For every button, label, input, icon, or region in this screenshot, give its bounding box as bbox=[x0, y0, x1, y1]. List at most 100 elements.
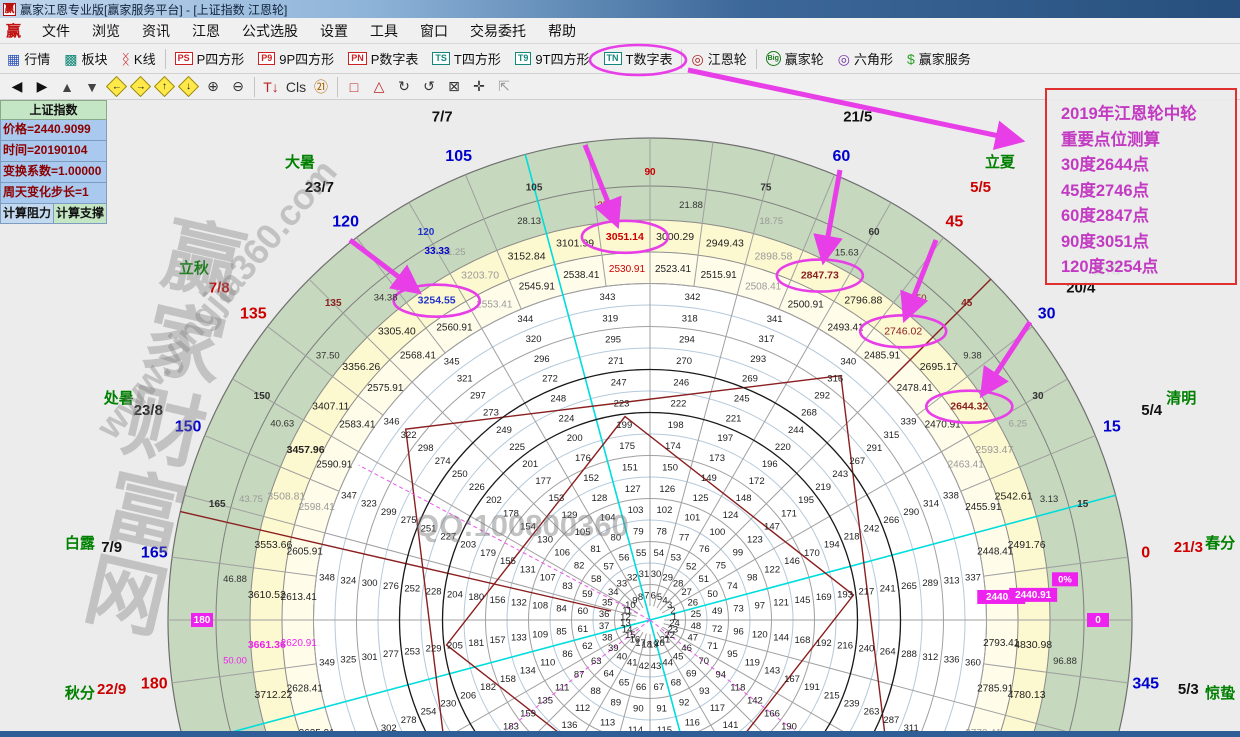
svg-text:169: 169 bbox=[816, 592, 832, 603]
p-table-button[interactable]: PNP数字表 bbox=[341, 47, 425, 71]
quotes-button[interactable]: ▦行情 bbox=[0, 47, 57, 71]
toolbar-label: 江恩轮 bbox=[708, 49, 747, 68]
svg-text:337: 337 bbox=[965, 572, 981, 583]
menu-item-3[interactable]: 江恩 bbox=[181, 21, 231, 41]
pan-down-button[interactable]: ↓ bbox=[178, 76, 199, 97]
svg-text:79: 79 bbox=[633, 527, 644, 538]
menu-item-1[interactable]: 浏览 bbox=[81, 21, 131, 41]
svg-text:立秋: 立秋 bbox=[179, 259, 210, 277]
svg-text:73: 73 bbox=[733, 603, 744, 614]
svg-text:31: 31 bbox=[639, 569, 650, 580]
scale-button[interactable]: T↓ bbox=[260, 79, 282, 95]
toolbar-separator bbox=[254, 77, 255, 97]
svg-text:3203.70: 3203.70 bbox=[461, 270, 499, 282]
svg-text:103: 103 bbox=[628, 505, 644, 516]
svg-text:4830.98: 4830.98 bbox=[1014, 639, 1052, 651]
calc-support-button[interactable]: 计算支撑 bbox=[54, 204, 107, 224]
annotation-line-2: 30度2644点 bbox=[1061, 153, 1235, 179]
svg-text:348: 348 bbox=[319, 572, 335, 583]
svg-text:175: 175 bbox=[619, 441, 635, 452]
pan-left-button[interactable]: ← bbox=[106, 76, 127, 97]
svg-text:274: 274 bbox=[435, 456, 451, 467]
svg-text:249: 249 bbox=[496, 425, 512, 436]
menu-item-4[interactable]: 公式选股 bbox=[231, 21, 309, 41]
t-square-button[interactable]: TST四方形 bbox=[425, 47, 507, 71]
svg-text:2949.43: 2949.43 bbox=[706, 237, 744, 249]
svg-text:101: 101 bbox=[684, 513, 700, 524]
svg-text:144: 144 bbox=[773, 632, 789, 643]
9t-square-button[interactable]: T99T四方形 bbox=[508, 47, 597, 71]
menu-item-0[interactable]: 文件 bbox=[31, 21, 81, 41]
svg-text:21/5: 21/5 bbox=[843, 108, 872, 125]
nav-right-button[interactable]: ▶ bbox=[31, 78, 53, 95]
svg-text:242: 242 bbox=[864, 523, 880, 534]
svg-text:118: 118 bbox=[730, 682, 745, 693]
svg-text:172: 172 bbox=[749, 476, 765, 487]
svg-text:23/7: 23/7 bbox=[305, 179, 334, 196]
svg-text:2898.58: 2898.58 bbox=[754, 250, 792, 262]
rect-tool-button[interactable]: □ bbox=[343, 79, 365, 95]
svg-text:338: 338 bbox=[943, 490, 959, 501]
kline-button[interactable]: ᛝK线 bbox=[115, 47, 163, 71]
svg-text:7/9: 7/9 bbox=[101, 539, 122, 556]
pointer-button[interactable]: ⇱ bbox=[493, 78, 515, 95]
service-button[interactable]: $赢家服务 bbox=[900, 47, 978, 71]
cls-button[interactable]: Cls bbox=[285, 79, 307, 95]
svg-text:2478.41: 2478.41 bbox=[897, 383, 934, 394]
svg-text:323: 323 bbox=[361, 499, 377, 510]
svg-text:89: 89 bbox=[611, 697, 622, 708]
menu-item-8[interactable]: 交易委托 bbox=[459, 21, 537, 41]
svg-text:111: 111 bbox=[555, 682, 569, 693]
nav-up-button[interactable]: ▲ bbox=[56, 79, 78, 95]
svg-text:18.75: 18.75 bbox=[759, 216, 783, 227]
center-button[interactable]: ✛ bbox=[468, 78, 490, 95]
pan-right-button[interactable]: → bbox=[130, 76, 151, 97]
t-table-button[interactable]: TNT数字表 bbox=[597, 47, 680, 71]
zoom-out-button[interactable]: ⊖ bbox=[227, 78, 249, 95]
svg-text:151: 151 bbox=[622, 463, 638, 474]
svg-text:3.13: 3.13 bbox=[1040, 494, 1059, 505]
menu-item-9[interactable]: 帮助 bbox=[537, 21, 587, 41]
svg-text:2508.41: 2508.41 bbox=[745, 282, 782, 293]
svg-text:244: 244 bbox=[788, 425, 804, 436]
panel-row-0: 价格=2440.9099 bbox=[0, 120, 107, 141]
gann-wheel-button[interactable]: ◎江恩轮 bbox=[684, 47, 753, 71]
svg-text:3152.84: 3152.84 bbox=[508, 250, 546, 262]
menu-item-5[interactable]: 设置 bbox=[309, 21, 359, 41]
rotate-cw-button[interactable]: ↻ bbox=[393, 78, 415, 95]
menu-item-2[interactable]: 资讯 bbox=[131, 21, 181, 41]
svg-text:143: 143 bbox=[764, 666, 780, 677]
hexagon-button[interactable]: ◎六角形 bbox=[831, 47, 900, 71]
rotate-ccw-button[interactable]: ↺ bbox=[418, 78, 440, 95]
svg-text:3051.14: 3051.14 bbox=[606, 231, 644, 243]
svg-text:21.88: 21.88 bbox=[679, 200, 703, 211]
svg-text:166: 166 bbox=[764, 709, 780, 720]
zoom-in-button[interactable]: ⊕ bbox=[202, 78, 224, 95]
svg-text:春分: 春分 bbox=[1205, 534, 1235, 552]
nav-down-button[interactable]: ▼ bbox=[81, 79, 103, 95]
menu-item-7[interactable]: 窗口 bbox=[409, 21, 459, 41]
svg-text:264: 264 bbox=[880, 646, 896, 657]
svg-text:141: 141 bbox=[723, 720, 739, 731]
menu-item-6[interactable]: 工具 bbox=[359, 21, 409, 41]
p-square-button[interactable]: PSP四方形 bbox=[168, 47, 252, 71]
svg-text:5/5: 5/5 bbox=[970, 179, 991, 196]
calc-resistance-button[interactable]: 计算阻力 bbox=[0, 204, 54, 224]
svg-text:174: 174 bbox=[665, 441, 681, 452]
svg-text:清明: 清明 bbox=[1166, 389, 1196, 407]
triangle-tool-button[interactable]: △ bbox=[368, 78, 390, 95]
svg-text:109: 109 bbox=[532, 629, 548, 640]
calendar-button[interactable]: ㉑ bbox=[310, 77, 332, 97]
pan-up-button[interactable]: ↑ bbox=[154, 76, 175, 97]
nav-left-button[interactable]: ◀ bbox=[6, 78, 28, 95]
delete-box-button[interactable]: ⊠ bbox=[443, 78, 465, 95]
sectors-button[interactable]: ▩板块 bbox=[57, 47, 114, 71]
svg-text:30: 30 bbox=[651, 569, 662, 580]
9p-square-button[interactable]: P99P四方形 bbox=[251, 47, 341, 71]
svg-text:147: 147 bbox=[764, 521, 780, 532]
winner-wheel-button[interactable]: Big赢家轮 bbox=[759, 47, 831, 71]
toolbar-label: 六角形 bbox=[854, 49, 893, 68]
svg-text:313: 313 bbox=[944, 575, 960, 586]
svg-text:182: 182 bbox=[480, 682, 496, 693]
svg-text:215: 215 bbox=[824, 690, 840, 701]
